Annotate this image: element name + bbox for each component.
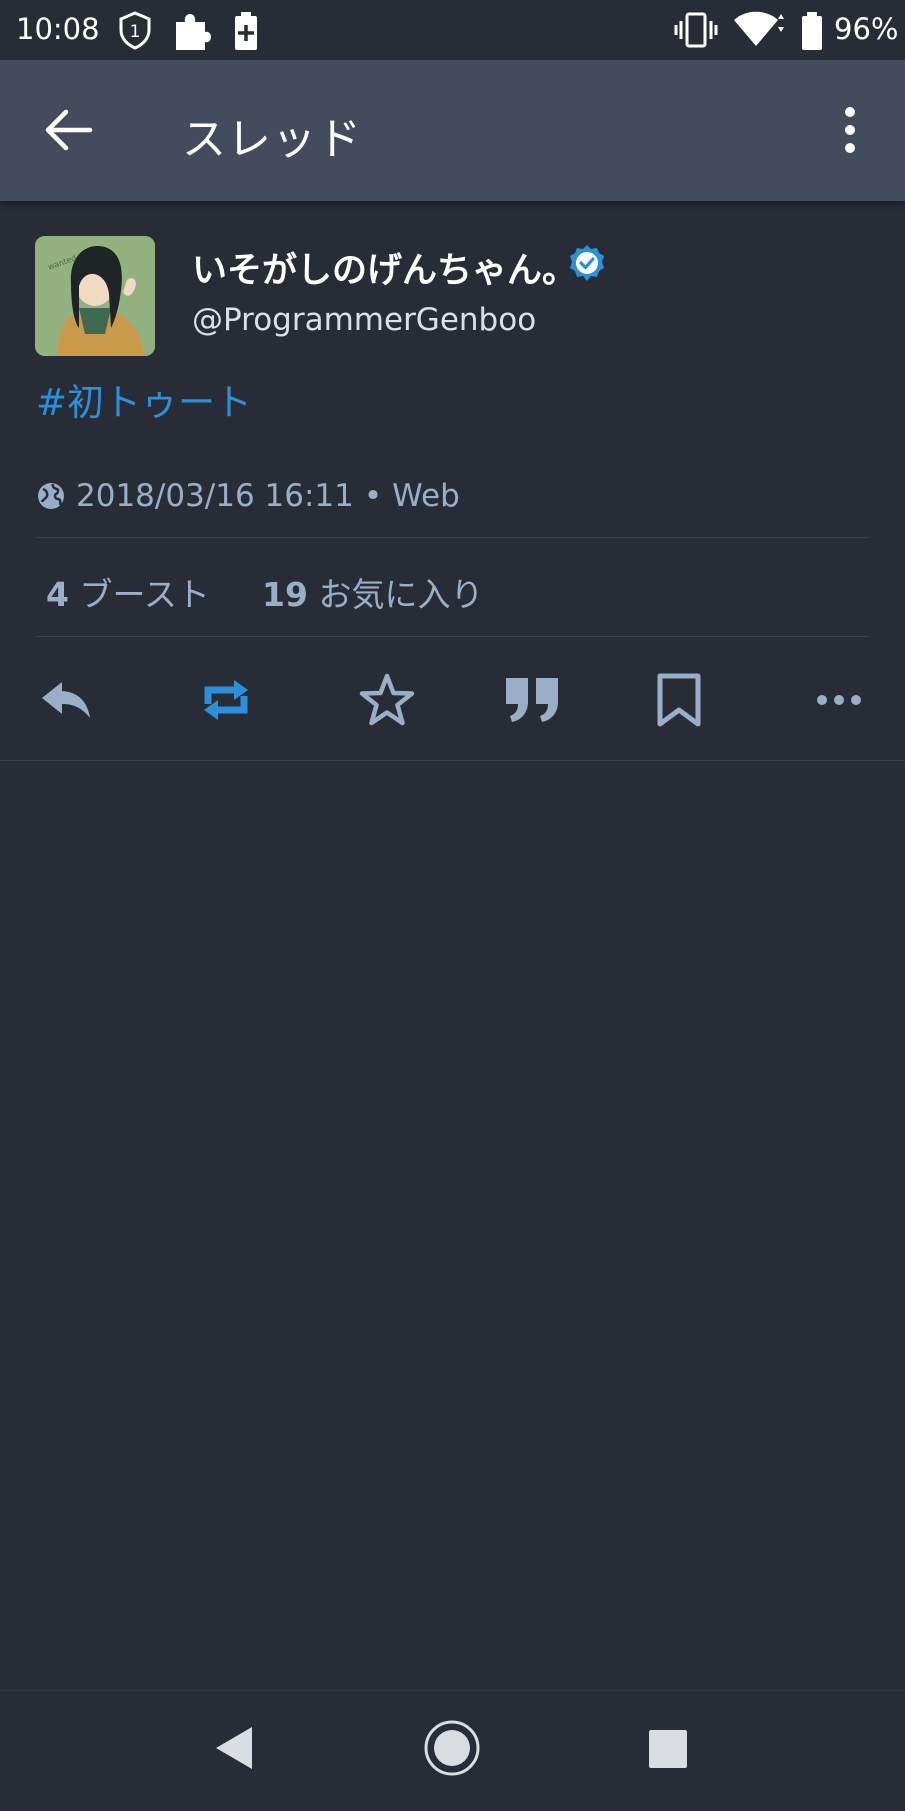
post-date[interactable]: 2018/03/16 16:11 [76, 478, 354, 514]
system-nav-bar [0, 1690, 905, 1811]
nav-back-button[interactable] [212, 1723, 256, 1777]
boosts-count: 4 [46, 575, 69, 614]
meta-separator: • [363, 478, 383, 514]
quote-button[interactable] [504, 668, 562, 732]
display-name[interactable]: いそがしのげんちゃん。 [192, 242, 577, 293]
battery-plus-icon [235, 12, 257, 50]
nav-home-button[interactable] [423, 1719, 481, 1781]
recents-square-icon [649, 1730, 687, 1768]
status-bar: 10:08 1 96% [0, 0, 905, 60]
favourite-button[interactable] [358, 668, 416, 732]
page-title: スレッド [182, 114, 362, 165]
reply-icon [42, 682, 90, 718]
divider [36, 537, 869, 538]
app-bar: スレッド [0, 60, 905, 201]
boost-icon [204, 680, 248, 720]
more-actions-button[interactable] [816, 668, 862, 732]
boosts-count-link[interactable]: 4 ブースト [46, 568, 210, 616]
divider [0, 760, 905, 761]
divider [36, 636, 869, 637]
more-options-button[interactable] [830, 100, 870, 160]
post-content-hashtag[interactable]: #初トゥート [36, 372, 252, 426]
avatar[interactable]: wanted [35, 236, 155, 356]
bookmark-icon [657, 673, 701, 727]
verified-badge-icon [570, 245, 604, 281]
more-horizontal-icon [817, 695, 861, 705]
puzzle-icon [176, 14, 211, 50]
boosts-label: ブースト [79, 575, 210, 614]
svg-text:1: 1 [130, 22, 141, 42]
post-meta: 2018/03/16 16:11 • Web [36, 478, 460, 514]
favourites-label: お気に入り [318, 575, 484, 614]
star-icon [359, 673, 415, 726]
vibrate-icon [674, 12, 718, 48]
nav-recents-button[interactable] [648, 1729, 688, 1773]
home-circle-icon [424, 1720, 480, 1776]
favourites-count: 19 [262, 575, 308, 614]
shield-1-icon: 1 [119, 11, 151, 50]
back-button[interactable] [34, 100, 104, 160]
quote-icon [506, 678, 558, 722]
status-time: 10:08 [16, 12, 100, 46]
wifi-icon [734, 11, 784, 46]
avatar-image: wanted [35, 236, 155, 356]
account-handle[interactable]: @ProgrammerGenboo [192, 302, 536, 338]
bookmark-button[interactable] [656, 668, 702, 732]
arrow-left-icon [45, 109, 93, 151]
globe-icon [38, 483, 64, 509]
back-triangle-icon [216, 1727, 252, 1769]
battery-icon [802, 12, 822, 50]
favourites-count-link[interactable]: 19 お気に入り [262, 568, 483, 616]
more-vertical-icon [845, 107, 855, 153]
boost-button[interactable] [198, 668, 254, 732]
battery-percent: 96% [834, 12, 899, 46]
reply-button[interactable] [40, 668, 92, 732]
post-application[interactable]: Web [392, 478, 460, 514]
